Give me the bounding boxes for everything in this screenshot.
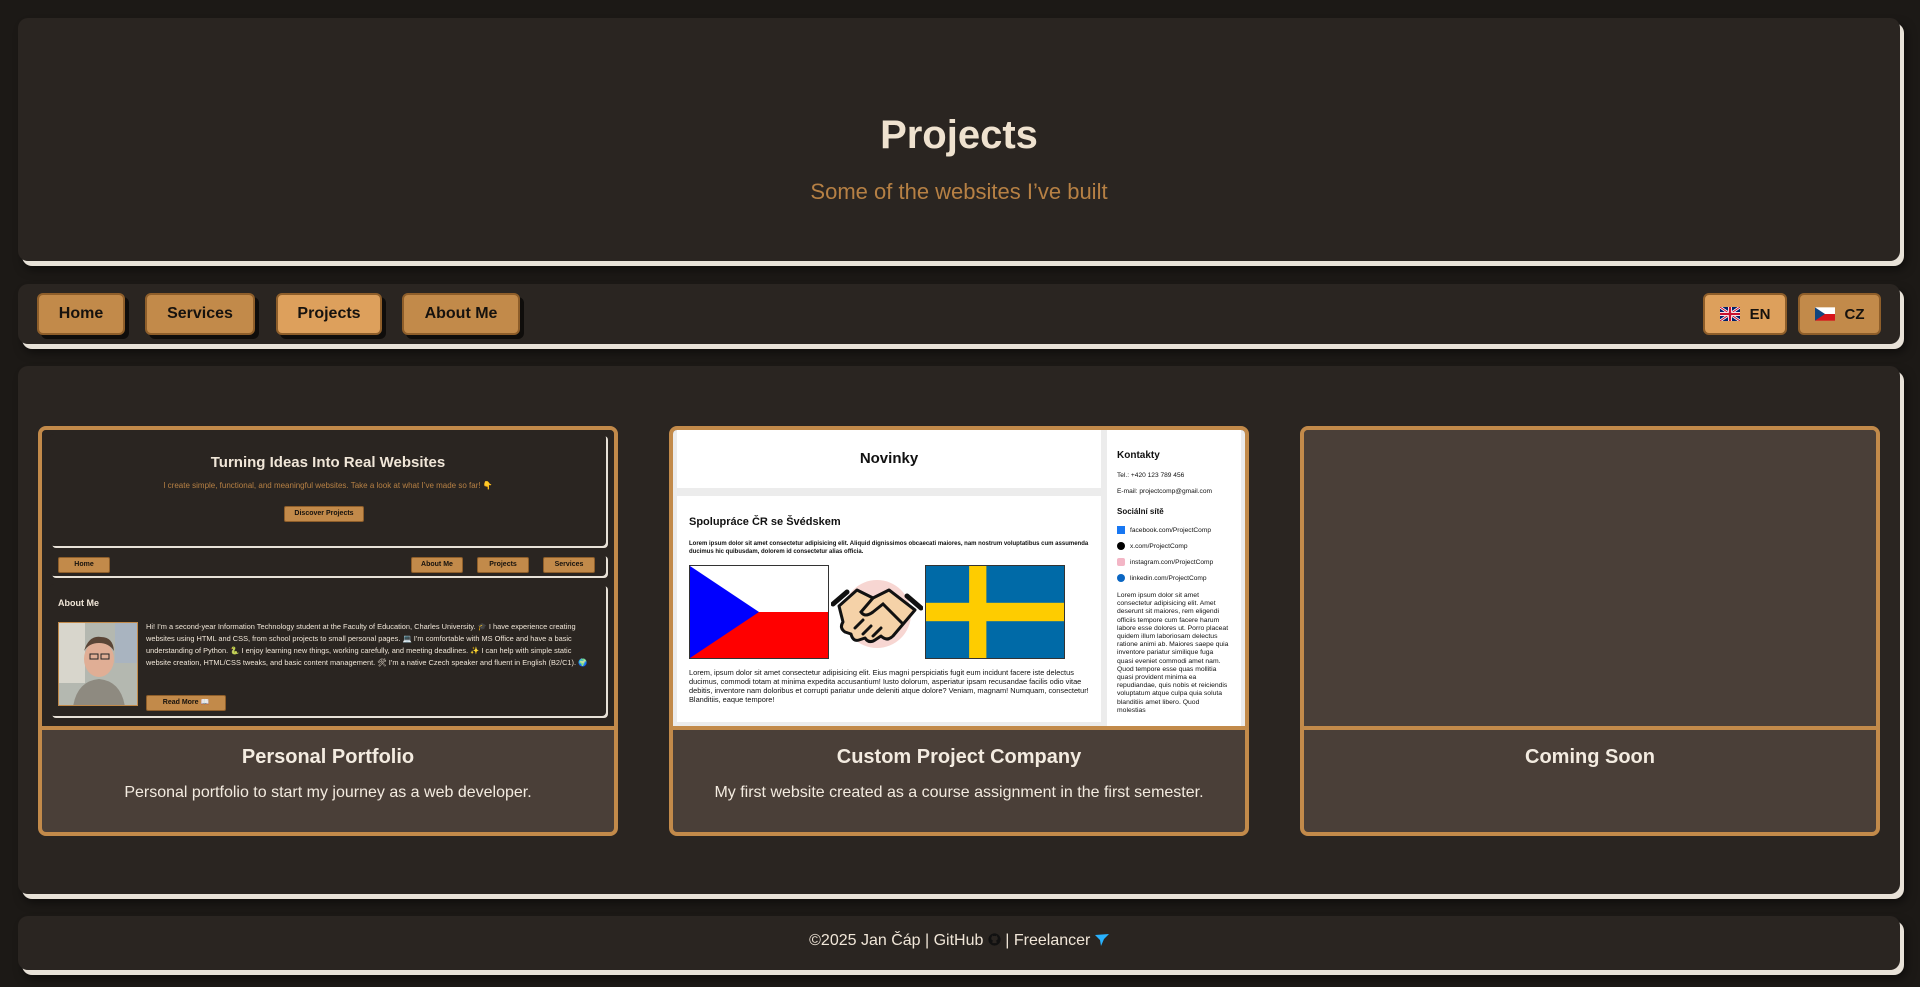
social-label: x.com/ProjectComp (1130, 542, 1188, 550)
empty-preview (1304, 430, 1876, 726)
nav-home-button[interactable]: Home (37, 293, 125, 335)
preview-sidebar-text: Lorem ipsum dolor sit amet consectetur a… (1117, 592, 1229, 714)
project-title: Coming Soon (1525, 746, 1655, 768)
preview-contacts-sidebar: Kontakty Tel.: +420 123 789 456 E-mail: … (1107, 430, 1241, 726)
social-label: linkedin.com/ProjectComp (1130, 574, 1207, 582)
linkedin-icon (1117, 574, 1125, 582)
social-label: facebook.com/ProjectComp (1130, 526, 1211, 534)
language-cz-label: CZ (1844, 305, 1865, 323)
czech-flag-icon (1814, 307, 1835, 321)
preview-social-x: x.com/ProjectComp (1117, 542, 1188, 550)
project-card-company[interactable]: Novinky Spolupráce ČR se Švédskem Lorem … (669, 426, 1249, 836)
project-title: Custom Project Company (836, 746, 1082, 768)
language-cz-button[interactable]: CZ (1798, 293, 1881, 335)
project-description: My first website created as a course ass… (714, 784, 1204, 801)
card-divider (673, 726, 1245, 730)
preview-news-title: Novinky (859, 450, 919, 467)
swedish-flag-image (925, 565, 1065, 659)
projects-section: Turning Ideas Into Real Websites I creat… (18, 366, 1900, 894)
preview-social-instagram: instagram.com/ProjectComp (1117, 558, 1213, 566)
main-nav: Home Services Projects About Me EN CZ (18, 284, 1900, 344)
card-divider (42, 726, 614, 730)
preview-social-title: Sociální sítě (1117, 507, 1164, 516)
preview-contacts-title: Kontakty (1117, 450, 1160, 461)
preview-article-title: Spolupráce ČR se Švédskem (689, 516, 841, 528)
freelancer-label: Freelancer (1013, 932, 1091, 949)
preview-about-text: Hi! I’m a second-year Information Techno… (146, 622, 588, 667)
nav-services-button[interactable]: Services (145, 293, 255, 335)
preview-nav-projects: Projects (477, 557, 529, 573)
facebook-icon (1117, 526, 1125, 534)
company-preview-image: Novinky Spolupráce ČR se Švédskem Lorem … (673, 430, 1245, 726)
github-label: GitHub (933, 932, 984, 949)
project-card-coming-soon: Coming Soon (1300, 426, 1880, 836)
footer-text: ©2025 Jan Čáp | GitHub | Freelancer (18, 932, 1900, 951)
handshake-icon (830, 576, 924, 652)
preview-social-linkedin: linkedin.com/ProjectComp (1117, 574, 1207, 582)
preview-nav: Home About Me Projects Services (50, 554, 606, 576)
avatar (58, 622, 138, 706)
page-title: Projects (880, 113, 1038, 157)
social-label: instagram.com/ProjectComp (1130, 558, 1214, 566)
project-title: Personal Portfolio (241, 746, 415, 768)
instagram-icon (1117, 558, 1125, 566)
preview-article-text: Lorem, ipsum dolor sit amet consectetur … (689, 668, 1089, 704)
project-card-portfolio[interactable]: Turning Ideas Into Real Websites I creat… (38, 426, 618, 836)
project-description: Personal portfolio to start my journey a… (124, 784, 532, 801)
preview-hero-text: I create simple, functional, and meaning… (163, 481, 493, 490)
preview-hero-title: Turning Ideas Into Real Websites (210, 454, 446, 471)
portfolio-preview-image: Turning Ideas Into Real Websites I creat… (42, 430, 614, 726)
footer-copyright: ©2025 Jan Čáp (809, 932, 921, 949)
preview-discover-button: Discover Projects (284, 506, 364, 522)
preview-about: About Me Hi! I’m a second-year Informati… (50, 584, 606, 716)
preview-nav-home: Home (58, 557, 110, 573)
preview-about-title: About Me (58, 598, 99, 608)
footer-separator: | (1000, 932, 1014, 949)
preview-article-lead: Lorem ipsum dolor sit amet consectetur a… (689, 541, 1089, 555)
preview-phone: Tel.: +420 123 789 456 (1117, 472, 1185, 479)
preview-nav-services: Services (543, 557, 595, 573)
card-divider (1304, 726, 1876, 730)
freelancer-icon (1094, 933, 1109, 951)
page-footer: ©2025 Jan Čáp | GitHub | Freelancer (18, 916, 1900, 970)
preview-read-more-button: Read More 📖 (146, 695, 226, 711)
github-link[interactable]: GitHub (934, 932, 1001, 949)
language-en-button[interactable]: EN (1703, 293, 1787, 335)
github-icon (988, 933, 1001, 951)
preview-email: E-mail: projectcomp@gmail.com (1117, 488, 1213, 495)
footer-separator: | (920, 932, 934, 949)
preview-article: Spolupráce ČR se Švédskem Lorem ipsum do… (677, 496, 1101, 722)
preview-social-facebook: facebook.com/ProjectComp (1117, 526, 1211, 534)
page-header: Projects Some of the websites I’ve built (18, 18, 1900, 261)
preview-nav-about: About Me (411, 557, 463, 573)
language-en-label: EN (1749, 305, 1771, 323)
preview-news-header: Novinky (677, 430, 1101, 488)
czech-flag-image (689, 565, 829, 659)
page-subtitle: Some of the websites I’ve built (810, 179, 1108, 204)
freelancer-link[interactable]: Freelancer (1014, 932, 1109, 949)
preview-hero: Turning Ideas Into Real Websites I creat… (50, 434, 606, 546)
uk-flag-icon (1719, 307, 1740, 321)
nav-projects-button[interactable]: Projects (276, 293, 382, 335)
x-icon (1117, 542, 1125, 550)
nav-about-button[interactable]: About Me (402, 293, 520, 335)
